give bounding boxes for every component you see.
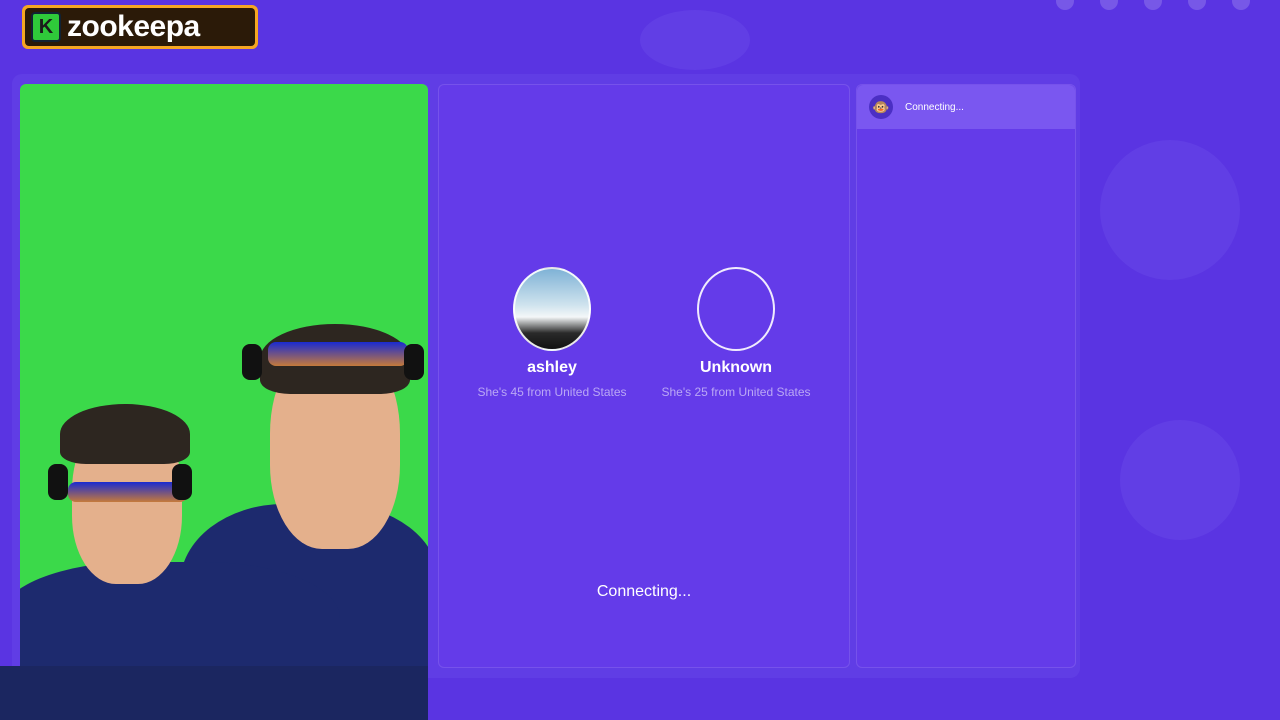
profile-name: Unknown xyxy=(700,359,772,376)
avatar[interactable] xyxy=(1232,0,1250,10)
app-logo[interactable]: K zookeepa xyxy=(22,5,258,49)
search-icon[interactable] xyxy=(1056,0,1074,10)
logo-text: zookeepa xyxy=(67,10,200,43)
connection-status: Connecting... xyxy=(596,583,692,600)
chat-panel: 🐵 Connecting... xyxy=(856,84,1076,668)
profile-avatar xyxy=(697,267,775,351)
chat-header: 🐵 Connecting... xyxy=(857,85,1075,129)
profile-card[interactable]: Unknown She's 25 from United States xyxy=(651,267,821,399)
match-panel: ashley She's 45 from United States Unkno… xyxy=(438,84,850,668)
top-nav xyxy=(1056,0,1250,10)
coins-icon[interactable] xyxy=(1100,0,1118,10)
settings-icon[interactable] xyxy=(1144,0,1162,10)
video-overlay-strip xyxy=(0,666,428,720)
chat-status: Connecting... xyxy=(905,101,964,113)
local-video xyxy=(20,84,428,684)
profile-card[interactable]: ashley She's 45 from United States xyxy=(467,267,637,399)
messages-icon[interactable] xyxy=(1188,0,1206,10)
monkey-icon: 🐵 xyxy=(869,95,893,119)
profile-description: She's 45 from United States xyxy=(477,385,627,399)
profile-name: ashley xyxy=(527,359,577,376)
logo-k-icon: K xyxy=(31,12,61,42)
profile-avatar xyxy=(513,267,591,351)
profile-description: She's 25 from United States xyxy=(661,385,811,399)
